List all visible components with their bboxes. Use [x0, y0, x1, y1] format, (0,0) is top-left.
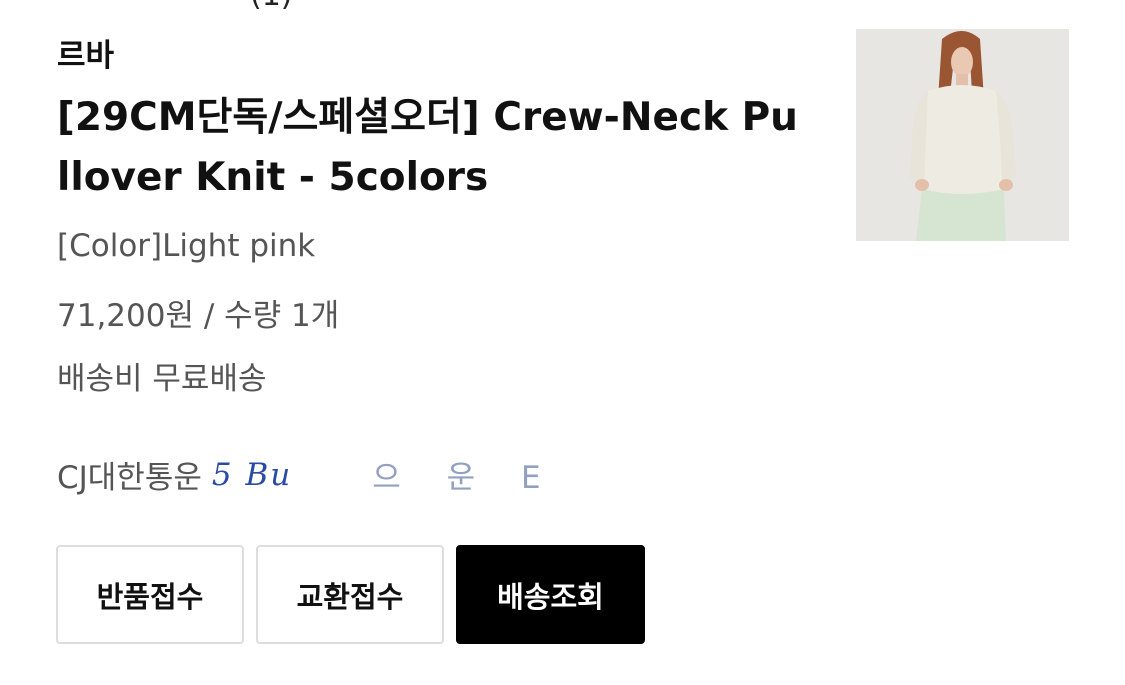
product-option: [Color]Light pink: [57, 228, 316, 264]
price-quantity: 71,200원 / 수량 1개: [57, 298, 340, 334]
return-request-button[interactable]: 반품접수: [56, 545, 244, 644]
shipping-fee: 배송비 무료배송: [57, 361, 267, 397]
carrier-name: CJ대한통운: [57, 460, 202, 496]
model-wearing-knit-photo-icon: [856, 29, 1069, 241]
brand-name[interactable]: 르바: [57, 30, 114, 75]
exchange-request-button[interactable]: 교환접수: [256, 545, 444, 644]
product-title[interactable]: [29CM단독/스페셜오더] Crew-Neck Pullover Knit -…: [57, 88, 807, 208]
tracking-number-obscured-rest: 으 운 E: [372, 460, 559, 496]
previous-item-text-cut: (1): [250, 0, 293, 13]
tracking-info: CJ대한통운 5 Bu 으 운 E: [57, 452, 559, 497]
tracking-number-obscured: 5 Bu: [211, 456, 293, 493]
product-thumbnail[interactable]: [856, 29, 1069, 241]
track-delivery-button[interactable]: 배송조회: [456, 545, 645, 644]
